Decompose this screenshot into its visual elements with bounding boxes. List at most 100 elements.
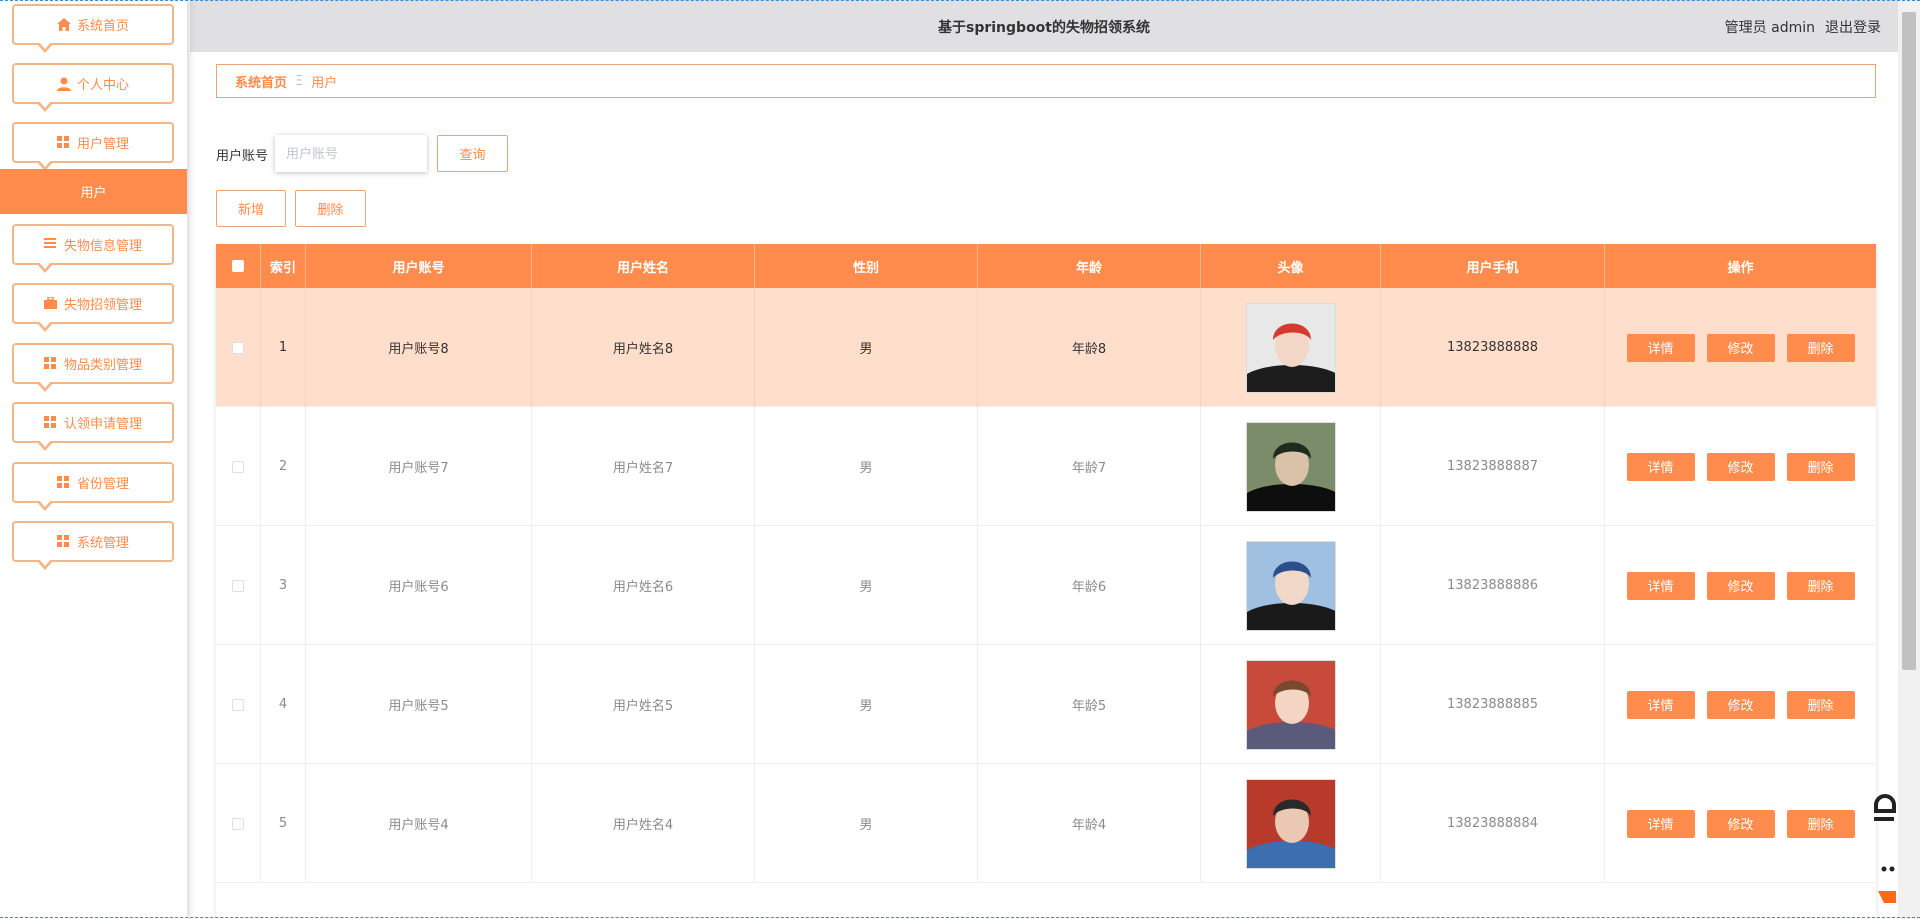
- cell-phone: 13823888886: [1381, 526, 1605, 645]
- sidebar-item-user-management[interactable]: 用户管理: [12, 122, 174, 171]
- edit-button[interactable]: 修改: [1706, 809, 1775, 838]
- cell-age: 年龄5: [978, 645, 1201, 764]
- cell-index: 2: [261, 407, 306, 526]
- sidebar-subitem-user[interactable]: 用户: [0, 169, 187, 214]
- column-header: 索引: [261, 244, 306, 288]
- delete-button[interactable]: 删除: [1786, 690, 1855, 719]
- table-row[interactable]: 2 用户账号7 用户姓名7 男年龄7 13823888887 详情 修改 删除: [216, 407, 1876, 526]
- cell-account: 用户账号6: [306, 526, 532, 645]
- table-row[interactable]: 5 用户账号4 用户姓名4 男年龄4 13823888884 详情 修改 删除: [216, 764, 1876, 883]
- column-header: 头像: [1201, 244, 1381, 288]
- column-header: 性别: [755, 244, 978, 288]
- grid-icon: [56, 475, 71, 490]
- cell-age: 年龄4: [978, 764, 1201, 883]
- edit-button[interactable]: 修改: [1706, 452, 1775, 481]
- avatar: [1245, 421, 1336, 512]
- row-select-cell: [216, 526, 261, 645]
- avatar: [1245, 540, 1336, 631]
- detail-button[interactable]: 详情: [1626, 333, 1695, 362]
- sidebar-item-found-items[interactable]: 失物招领管理: [12, 283, 174, 332]
- sidebar-item-claims[interactable]: 认领申请管理: [12, 402, 174, 451]
- column-header: 用户手机: [1381, 244, 1605, 288]
- breadcrumb-home[interactable]: 系统首页: [235, 72, 287, 91]
- row-checkbox[interactable]: [232, 698, 244, 711]
- home-icon: [56, 17, 71, 32]
- cell-index: 5: [261, 764, 306, 883]
- add-button[interactable]: 新增: [216, 190, 286, 227]
- table-row[interactable]: 3 用户账号6 用户姓名6 男年龄6 13823888886 详情 修改 删除: [216, 526, 1876, 645]
- avatar: [1245, 659, 1336, 750]
- cell-avatar: [1201, 764, 1381, 883]
- table-row[interactable]: 4 用户账号5 用户姓名5 男年龄5 13823888885 详情 修改 删除: [216, 645, 1876, 764]
- delete-button[interactable]: 删除: [1786, 571, 1855, 600]
- cell-phone: 13823888885: [1381, 645, 1605, 764]
- cell-age: 年龄8: [978, 288, 1201, 407]
- cell-gender: 男: [755, 288, 978, 407]
- column-header: 操作: [1727, 260, 1754, 276]
- sidebar-item-categories[interactable]: 物品类别管理: [12, 343, 174, 392]
- row-select-cell: [216, 764, 261, 883]
- column-header: 年龄: [978, 244, 1201, 288]
- detail-button[interactable]: 详情: [1626, 809, 1695, 838]
- select-all-cell: [216, 244, 261, 288]
- edit-button[interactable]: 修改: [1706, 571, 1775, 600]
- batch-delete-button[interactable]: 删除: [295, 190, 366, 227]
- edit-button[interactable]: 修改: [1706, 690, 1775, 719]
- cell-phone: 13823888884: [1381, 764, 1605, 883]
- detail-button[interactable]: 详情: [1626, 571, 1695, 600]
- sidebar-item-home[interactable]: 系统首页: [12, 4, 174, 53]
- page-scrollbar[interactable]: [1898, 0, 1920, 919]
- cell-actions: 详情 修改 删除: [1605, 764, 1876, 883]
- row-checkbox[interactable]: [232, 341, 244, 354]
- sidebar-item-system[interactable]: 系统管理: [12, 521, 174, 570]
- column-header: 用户姓名: [532, 244, 755, 288]
- cell-name: 用户姓名6: [532, 526, 755, 645]
- cell-phone: 13823888888: [1381, 288, 1605, 407]
- users-table: 索引 用户账号 用户姓名 性别 年龄 头像 用户手机 操作 1 用户账号8 用户姓名…: [216, 244, 1876, 919]
- search-button[interactable]: 查询: [437, 135, 508, 172]
- cell-actions: 详情 修改 删除: [1605, 288, 1876, 407]
- cell-name: 用户姓名5: [532, 645, 755, 764]
- cell-age: 年龄6: [978, 526, 1201, 645]
- breadcrumb-current: 用户: [311, 75, 338, 91]
- cell-actions: 详情 修改 删除: [1605, 645, 1876, 764]
- column-header: 用户账号: [306, 244, 532, 288]
- cell-account: 用户账号7: [306, 407, 532, 526]
- sidebar-item-label: 省份管理: [76, 477, 129, 492]
- header-user-area: 管理员 admin 退出登录: [1725, 17, 1881, 37]
- sidebar-item-provinces[interactable]: 省份管理: [12, 462, 174, 511]
- cell-age: 年龄7: [978, 407, 1201, 526]
- bottom-dashed-border: [0, 917, 1920, 918]
- floating-widget-icon[interactable]: [1870, 793, 1898, 903]
- user-role-label: 管理员 admin: [1724, 20, 1815, 36]
- edit-button[interactable]: 修改: [1706, 333, 1775, 362]
- row-checkbox[interactable]: [232, 579, 244, 592]
- row-checkbox[interactable]: [232, 817, 244, 830]
- delete-button[interactable]: 删除: [1786, 333, 1855, 362]
- app-title: 基于springboot的失物招领系统: [938, 20, 1150, 36]
- sidebar-item-profile[interactable]: 个人中心: [12, 63, 174, 112]
- cell-name: 用户姓名7: [532, 407, 755, 526]
- detail-button[interactable]: 详情: [1626, 452, 1695, 481]
- search-input[interactable]: [275, 135, 427, 172]
- sidebar-item-label: 认领申请管理: [63, 417, 142, 432]
- delete-button[interactable]: 删除: [1786, 809, 1855, 838]
- top-header: 基于springboot的失物招领系统 管理员 admin 退出登录: [190, 0, 1898, 52]
- grid-icon: [43, 356, 58, 371]
- scrollbar-thumb[interactable]: [1902, 12, 1916, 670]
- delete-button[interactable]: 删除: [1786, 452, 1855, 481]
- cell-avatar: [1201, 407, 1381, 526]
- table-row[interactable]: 1 用户账号8 用户姓名8 男年龄8 13823888888 详情 修改 删除: [216, 288, 1876, 407]
- sidebar-item-lost-info[interactable]: 失物信息管理: [12, 224, 174, 273]
- cell-gender: 男: [755, 526, 978, 645]
- logout-link[interactable]: 退出登录: [1825, 17, 1881, 37]
- cell-actions: 详情 修改 删除: [1605, 526, 1876, 645]
- cell-index: 1: [261, 288, 306, 407]
- select-all-checkbox[interactable]: [232, 260, 244, 272]
- avatar: [1245, 778, 1336, 869]
- sidebar-item-label: 失物信息管理: [63, 239, 142, 254]
- table-header: 索引 用户账号 用户姓名 性别 年龄 头像 用户手机 操作: [216, 244, 1876, 288]
- user-icon: [56, 77, 71, 91]
- detail-button[interactable]: 详情: [1626, 690, 1695, 719]
- row-checkbox[interactable]: [232, 460, 244, 473]
